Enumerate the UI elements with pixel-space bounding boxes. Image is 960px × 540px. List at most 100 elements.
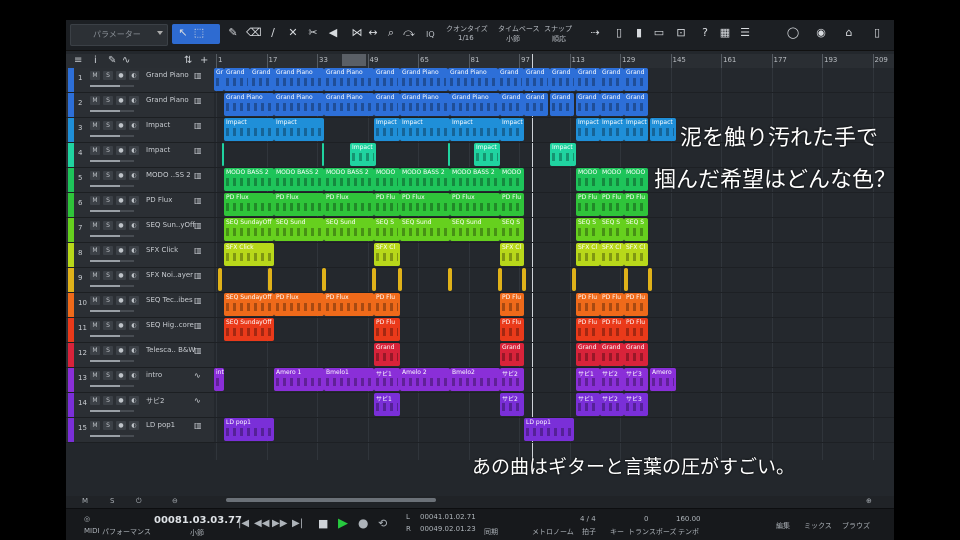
event-clip[interactable]: Grand (374, 68, 400, 91)
event-clip[interactable]: Grand (224, 68, 250, 91)
event-clip[interactable] (498, 268, 502, 291)
event-clip[interactable]: PD Flux (274, 293, 324, 316)
track-header[interactable]: 5 M S ● ◐ MODO ..SS 2 ▥ (66, 168, 214, 193)
monitor-button[interactable]: ◐ (129, 371, 139, 380)
event-clip[interactable]: Bmelo1 (324, 368, 374, 391)
event-clip[interactable]: LD pop1 (524, 418, 574, 441)
event-clip[interactable]: サビ1 (374, 368, 400, 391)
mute-all-button[interactable]: M (82, 497, 88, 505)
power-icon[interactable]: ⏻ (136, 497, 142, 506)
record-button[interactable]: ● (358, 516, 368, 530)
event-clip[interactable]: Impact (400, 118, 450, 141)
event-clip[interactable]: Grand (500, 343, 524, 366)
event-clip[interactable]: SFX Click (224, 243, 274, 266)
track-header[interactable]: 9 M S ● ◐ SFX Noi..ayer ▥ (66, 268, 214, 293)
volume-fader[interactable] (90, 235, 134, 237)
event-clip[interactable]: PD Flu (374, 293, 400, 316)
track-header[interactable]: 12 M S ● ◐ Telesca.. B&W ▥ (66, 343, 214, 368)
event-clip[interactable]: PD Flu (500, 193, 524, 216)
event-clip[interactable]: サビ1 (576, 393, 600, 416)
zoom-in-icon[interactable]: ⊕ (866, 497, 872, 505)
record-arm-button[interactable]: ● (116, 421, 126, 430)
monitor-button[interactable]: ◐ (129, 396, 139, 405)
track-header[interactable]: 6 M S ● ◐ PD Flux ▥ (66, 193, 214, 218)
track-name[interactable]: Grand Piano (146, 96, 189, 104)
volume-fader[interactable] (90, 110, 134, 112)
loop-button[interactable]: ⟲ (378, 517, 387, 530)
paint-tool-icon[interactable]: ∕ (266, 26, 280, 40)
goto-start-icon[interactable]: |◀ (238, 518, 249, 529)
event-clip[interactable]: Amero (650, 368, 676, 391)
track-lane[interactable] (214, 393, 894, 418)
parameter-dropdown[interactable]: パラメーター (70, 24, 168, 46)
add-track-icon[interactable]: + (200, 55, 208, 66)
solo-button[interactable]: S (103, 121, 113, 130)
monitor-button[interactable]: ◐ (129, 221, 139, 230)
volume-fader[interactable] (90, 335, 134, 337)
volume-fader[interactable] (90, 160, 134, 162)
event-clip[interactable]: SEQ SundayOff (224, 318, 274, 341)
event-clip[interactable]: Impact (500, 118, 524, 141)
event-clip[interactable]: サビ3 (624, 393, 648, 416)
event-clip[interactable]: Grand (624, 343, 648, 366)
forward-icon[interactable]: ▶▶ (272, 518, 287, 529)
track-name[interactable]: SEQ Tec..ibes (146, 296, 193, 304)
loop-left-value[interactable]: 00041.01.02.71 (420, 513, 476, 521)
event-clip[interactable]: Grand (576, 93, 600, 116)
event-clip[interactable]: SEQ Sund (450, 218, 500, 241)
event-clip[interactable]: Grand (576, 343, 600, 366)
track-lane[interactable] (214, 243, 894, 268)
solo-button[interactable]: S (103, 396, 113, 405)
monitor-button[interactable]: ◐ (129, 296, 139, 305)
volume-fader[interactable] (90, 85, 134, 87)
event-clip[interactable] (322, 268, 326, 291)
event-clip[interactable]: MODO (624, 168, 648, 191)
mix-tab[interactable]: ミックス (804, 521, 832, 531)
event-clip[interactable]: サビ2 (500, 393, 524, 416)
volume-fader[interactable] (90, 410, 134, 412)
event-clip[interactable]: Grand (374, 343, 400, 366)
event-clip[interactable]: PD Flu (576, 293, 600, 316)
event-clip[interactable]: PD Flux (324, 293, 374, 316)
mute-button[interactable]: M (90, 146, 100, 155)
track-header[interactable]: 3 M S ● ◐ Impact ▥ (66, 118, 214, 143)
event-clip[interactable]: SFX Cl (500, 243, 524, 266)
event-clip[interactable]: サビ2 (600, 368, 624, 391)
event-clip[interactable]: PD Flux (224, 193, 274, 216)
record-arm-button[interactable]: ● (116, 271, 126, 280)
track-header[interactable]: 14 M S ● ◐ サビ2 ∿ (66, 393, 214, 418)
event-clip[interactable]: Grand (600, 343, 624, 366)
event-clip[interactable] (572, 268, 576, 291)
track-name[interactable]: SFX Click (146, 246, 178, 254)
range-tool-icon[interactable]: ⬚ (192, 26, 206, 40)
event-clip[interactable]: Impact (350, 143, 376, 166)
horizontal-scrollbar[interactable] (226, 498, 436, 502)
device-icon[interactable]: ▯ (870, 26, 884, 40)
event-clip[interactable]: PD Flu (624, 193, 648, 216)
grid-view-icon[interactable]: ▦ (718, 26, 732, 40)
event-clip[interactable]: Grand (624, 68, 648, 91)
info-icon[interactable]: i (94, 55, 97, 66)
volume-fader[interactable] (90, 210, 134, 212)
event-clip[interactable]: Impact (274, 118, 324, 141)
record-arm-button[interactable]: ● (116, 296, 126, 305)
event-clip[interactable]: Grand Piano (400, 68, 448, 91)
monitor-button[interactable]: ◐ (129, 196, 139, 205)
monitor-button[interactable]: ◐ (129, 121, 139, 130)
event-clip[interactable]: PD Flux (400, 193, 450, 216)
event-clip[interactable] (624, 268, 628, 291)
event-clip[interactable]: Gr (214, 68, 224, 91)
event-clip[interactable]: Grand (374, 93, 400, 116)
event-clip[interactable]: Grand Piano (324, 93, 374, 116)
event-clip[interactable]: Grand (576, 68, 600, 91)
record-arm-button[interactable]: ● (116, 396, 126, 405)
event-clip[interactable]: Grand Piano (274, 93, 324, 116)
event-clip[interactable]: Impact (224, 118, 274, 141)
mute-button[interactable]: M (90, 321, 100, 330)
mute-button[interactable]: M (90, 296, 100, 305)
automation-icon[interactable]: ∿ (122, 55, 130, 66)
monitor-button[interactable]: ◐ (129, 321, 139, 330)
track-header[interactable]: 13 M S ● ◐ intro ∿ (66, 368, 214, 393)
event-clip[interactable]: SEQ S (374, 218, 400, 241)
monitor-button[interactable]: ◐ (129, 246, 139, 255)
